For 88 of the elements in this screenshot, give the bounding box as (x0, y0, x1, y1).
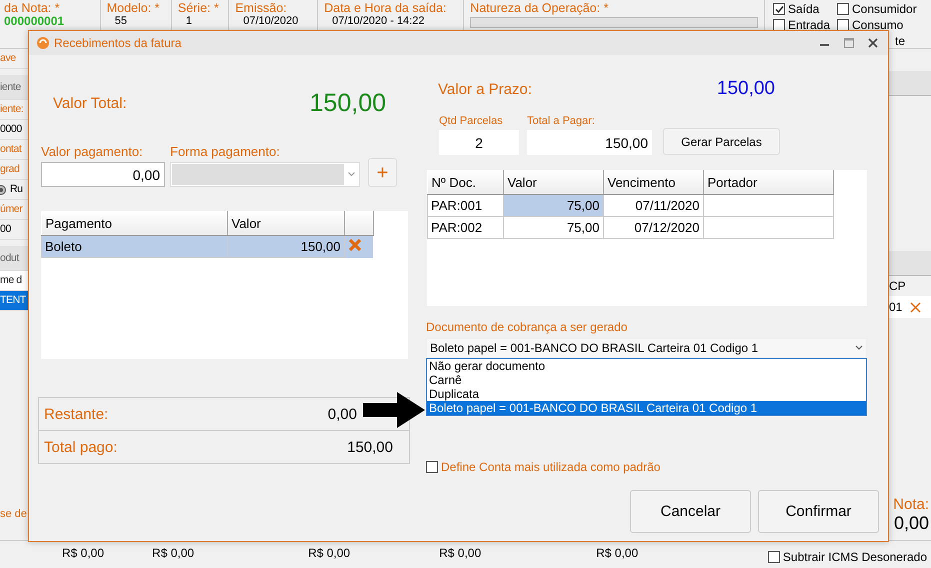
summary-value: 150,00 (347, 438, 393, 456)
checkbox-label: Define Conta mais utilizada como padrão (441, 460, 660, 474)
checkbox-label: Subtrair ICMS Desonerado (782, 550, 927, 564)
table-cell[interactable]: 75,00 (503, 216, 603, 238)
window-title: Recebimentos da fatura (54, 36, 182, 50)
delete-icon[interactable] (910, 302, 922, 312)
checkbox[interactable] (426, 461, 438, 473)
checkbox[interactable] (837, 3, 849, 15)
dropdown-option[interactable]: Carnê (427, 373, 866, 387)
pointer-arrow (361, 390, 427, 430)
checkbox[interactable] (837, 19, 849, 31)
field-value: 1 (184, 15, 193, 28)
summary-value: 0,00 (328, 406, 357, 422)
field-label: Forma pagamento: (170, 144, 281, 159)
payment-value-field[interactable]: 0,00 (41, 162, 165, 187)
table-cell: 150,00 (227, 236, 344, 258)
amount-value: R$ 0,00 (152, 546, 194, 560)
option-label: Entrada (788, 18, 830, 32)
field-value: 07/10/2020 (242, 15, 300, 28)
total-value: 150,00 (310, 89, 386, 118)
column-header[interactable]: Valor (227, 211, 344, 236)
column-header[interactable]: Valor (503, 170, 603, 194)
dropdown-option[interactable]: Boleto papel = 001-BANCO DO BRASIL Carteira 01 Codigo 1 (427, 401, 866, 415)
note-number: 000000001 (4, 15, 66, 28)
field-label: Qtd Parcelas (439, 115, 504, 127)
table-cell: PAR:002 (428, 216, 503, 238)
dropdown-option[interactable]: Duplicata (427, 387, 866, 401)
installments-field[interactable]: 2 (439, 130, 519, 155)
table-row[interactable]: TENT (0, 291, 28, 311)
summary-label: Restante: (44, 406, 108, 422)
total-label: Valor Total: (53, 95, 127, 112)
field-label: Valor pagamento: (41, 144, 144, 159)
field-label: Documento de cobrança a ser gerado (426, 320, 628, 334)
field-label: Total a Pagar: (527, 115, 596, 127)
table-cell: 01 (889, 300, 902, 314)
app-logo-icon (36, 36, 50, 50)
column-header: CP (889, 278, 907, 295)
option-label: Saída (788, 2, 820, 16)
close-icon[interactable] (868, 38, 878, 48)
option-label: Consumidor (852, 2, 917, 16)
column-header[interactable]: Pagamento (42, 211, 227, 236)
total-label: Nota: (893, 496, 929, 513)
table-row[interactable]: PAR:001 75,00 07/11/2020 (428, 194, 833, 216)
chevron-icon (348, 172, 354, 177)
field-label: se de (0, 508, 28, 520)
column-header[interactable]: Nº Doc. (428, 170, 503, 194)
section-tab[interactable]: iente (0, 75, 28, 100)
checkbox[interactable] (768, 551, 780, 563)
field-label: Modelo: * (106, 1, 161, 15)
table-row[interactable]: PAR:002 75,00 07/12/2020 (428, 216, 833, 238)
field-label: Série: * (178, 1, 220, 15)
column-header[interactable]: Portador (703, 170, 833, 194)
option-label: Consumo (852, 18, 904, 32)
field-label: Emissão: (235, 1, 288, 15)
field-value: Ru (10, 182, 23, 197)
field-value: 07/10/2020 - 14:22 (331, 15, 426, 28)
term-value: 150,00 (716, 78, 775, 100)
table-cell: 07/12/2020 (603, 216, 703, 238)
amount-value: R$ 0,00 (62, 546, 104, 560)
checkbox[interactable] (773, 19, 785, 31)
section-bar (889, 251, 931, 276)
option-label: te (895, 34, 906, 48)
table-row[interactable]: Boleto 150,00 (42, 236, 373, 258)
dialog-button[interactable]: Confirmar (758, 490, 879, 533)
amount-value: R$ 0,00 (308, 546, 350, 560)
table-cell[interactable]: 75,00 (503, 194, 603, 216)
column-header: me d (0, 271, 28, 291)
amount-value: R$ 0,00 (596, 546, 638, 560)
field-label: da Nota: * (4, 1, 61, 15)
table-cell: 07/11/2020 (603, 194, 703, 216)
section-bar (889, 71, 931, 96)
dialog-button[interactable]: Cancelar (630, 490, 751, 533)
field-label: Natureza da Operação: * (470, 1, 610, 15)
table-cell: Boleto (42, 236, 227, 258)
column-header[interactable]: Vencimento (603, 170, 703, 194)
total-field[interactable]: 150,00 (527, 130, 652, 155)
summary-label: Total pago: (44, 438, 118, 456)
amount-value: R$ 0,00 (439, 546, 482, 560)
generate-button[interactable]: Gerar Parcelas (663, 128, 780, 155)
term-label: Valor a Prazo: (438, 80, 532, 98)
dropdown-option[interactable]: Não gerar documento (427, 359, 866, 373)
field-label: Data e Hora da saída: (324, 1, 448, 15)
document-select[interactable]: Boleto papel = 001-BANCO DO BRASIL Carteira 01 Codigo 1 (426, 338, 867, 358)
section-tab[interactable]: odut (0, 246, 28, 271)
total-value: 0,00 (894, 513, 929, 534)
field-value: 55 (114, 15, 128, 28)
checkbox[interactable] (773, 3, 785, 15)
table-cell: PAR:001 (428, 194, 503, 216)
